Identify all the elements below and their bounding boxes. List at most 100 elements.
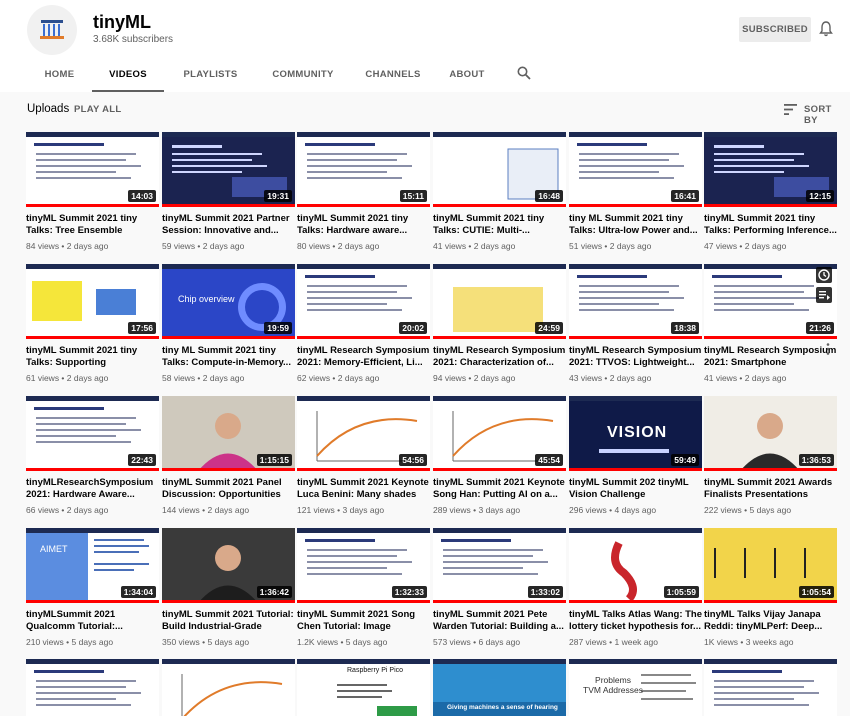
video-thumbnail[interactable]: 15:11 xyxy=(297,132,430,207)
video-title[interactable]: tinyML Summit 2021 Partner Session: Inno… xyxy=(162,213,295,237)
video-card[interactable] xyxy=(704,659,837,716)
video-card[interactable] xyxy=(162,659,295,716)
video-card[interactable]: 12:15 tinyML Summit 2021 tiny Talks: Perf… xyxy=(704,132,837,251)
video-card[interactable]: 1:05:59 tinyML Talks Atlas Wang: The lott… xyxy=(569,528,702,647)
video-thumbnail[interactable]: 1:32:33 xyxy=(297,528,430,603)
video-card[interactable]: 45:54 tinyML Summit 2021 Keynote Song Han… xyxy=(433,396,566,515)
video-thumbnail[interactable]: 18:38 xyxy=(569,264,702,339)
video-title[interactable]: tinyML Summit 2021 tiny Talks: Hardware … xyxy=(297,213,430,237)
video-title[interactable]: tiny ML Summit 2021 tiny Talks: Compute-… xyxy=(162,345,295,369)
play-all-button[interactable]: PLAY ALL xyxy=(74,104,121,115)
video-card[interactable]: 16:48 tinyML Summit 2021 tiny Talks: CUTI… xyxy=(433,132,566,251)
video-card[interactable]: 18:38 tinyML Research Symposium 2021: TTV… xyxy=(569,264,702,383)
video-thumbnail[interactable]: 22:43 xyxy=(26,396,159,471)
tab-home[interactable]: HOME xyxy=(27,56,92,92)
video-thumbnail[interactable]: 14:03 xyxy=(26,132,159,207)
video-thumbnail[interactable]: 1:15:15 xyxy=(162,396,295,471)
more-vert-icon[interactable] xyxy=(826,343,830,355)
video-card[interactable]: 16:41 tiny ML Summit 2021 tiny Talks: Ult… xyxy=(569,132,702,251)
video-thumbnail[interactable]: VISION 59:49 xyxy=(569,396,702,471)
video-thumbnail[interactable]: 20:02 xyxy=(297,264,430,339)
watch-progress-bar xyxy=(569,468,702,471)
video-title[interactable]: tiny ML Summit 2021 tiny Talks: Ultra-lo… xyxy=(569,213,702,237)
video-title[interactable]: tinyML Talks Vijay Janapa Reddi: tinyMLP… xyxy=(704,609,837,633)
video-title[interactable]: tinyML Summit 2021 tiny Talks: Supportin… xyxy=(26,345,159,369)
video-title[interactable]: tinyML Research Symposium 2021: Smartpho… xyxy=(704,345,837,369)
video-card[interactable]: 14:03 tinyML Summit 2021 tiny Talks: Tree… xyxy=(26,132,159,251)
video-title[interactable]: tinyMLResearchSymposium 2021: Hardware A… xyxy=(26,477,159,501)
search-icon[interactable] xyxy=(517,66,531,80)
video-thumbnail[interactable]: 1:05:59 xyxy=(569,528,702,603)
video-title[interactable]: tinyML Summit 2021 Awards Finalists Pres… xyxy=(704,477,837,501)
video-card[interactable]: VISION 59:49 tinyML Summit 202 tinyML Visi… xyxy=(569,396,702,515)
video-title[interactable]: tinyML Summit 2021 Song Chen Tutorial: I… xyxy=(297,609,430,633)
video-thumbnail[interactable]: 19:31 xyxy=(162,132,295,207)
video-card[interactable]: Raspberry Pi Pico xyxy=(297,659,430,716)
video-thumbnail[interactable] xyxy=(26,659,159,716)
video-card[interactable]: 15:11 tinyML Summit 2021 tiny Talks: Hard… xyxy=(297,132,430,251)
video-thumbnail[interactable] xyxy=(704,659,837,716)
video-card[interactable]: 19:31 tinyML Summit 2021 Partner Session:… xyxy=(162,132,295,251)
video-thumbnail[interactable]: 16:41 xyxy=(569,132,702,207)
video-title[interactable]: tinyMLSummit 2021 Qualcomm Tutorial:... xyxy=(26,609,159,633)
video-title[interactable]: tinyML Research Symposium 2021: Memory-E… xyxy=(297,345,430,369)
video-thumbnail[interactable]: Problems TVM Addresses xyxy=(569,659,702,716)
video-thumbnail[interactable]: 16:48 xyxy=(433,132,566,207)
video-title[interactable]: tinyML Summit 2021 tiny Talks: CUTIE: Mu… xyxy=(433,213,566,237)
tab-community[interactable]: COMMUNITY xyxy=(257,56,349,92)
video-title[interactable]: tinyML Summit 2021 Keynote Luca Benini: … xyxy=(297,477,430,501)
video-thumbnail[interactable]: 12:15 xyxy=(704,132,837,207)
video-card[interactable]: 22:43 tinyMLResearchSymposium 2021: Hardw… xyxy=(26,396,159,515)
tab-videos[interactable]: VIDEOS xyxy=(92,56,164,92)
video-card[interactable]: Chip overview 19:59 tiny ML Summit 2021 ti… xyxy=(162,264,295,383)
video-card[interactable]: 17:56 tinyML Summit 2021 tiny Talks: Supp… xyxy=(26,264,159,383)
video-thumbnail[interactable]: 54:56 xyxy=(297,396,430,471)
video-title[interactable]: tinyML Research Symposium 2021: TTVOS: L… xyxy=(569,345,702,369)
video-title[interactable]: tinyML Research Symposium 2021: Characte… xyxy=(433,345,566,369)
video-title[interactable]: tinyML Summit 2021 tiny Talks: Performin… xyxy=(704,213,837,237)
tab-playlists[interactable]: PLAYLISTS xyxy=(168,56,253,92)
video-card[interactable]: 24:59 tinyML Research Symposium 2021: Cha… xyxy=(433,264,566,383)
video-title[interactable]: tinyML Summit 2021 Pete Warden Tutorial:… xyxy=(433,609,566,633)
sort-icon[interactable] xyxy=(784,104,797,115)
video-card[interactable]: 1:15:15 tinyML Summit 2021 Panel Discussi… xyxy=(162,396,295,515)
clock-icon[interactable] xyxy=(816,267,832,283)
video-thumbnail[interactable]: Raspberry Pi Pico xyxy=(297,659,430,716)
video-title[interactable]: tinyML Summit 2021 Keynote Song Han: Put… xyxy=(433,477,566,501)
video-thumbnail[interactable]: AIMET 1:34:04 xyxy=(26,528,159,603)
tab-about[interactable]: ABOUT xyxy=(437,56,497,92)
video-card[interactable]: 1:32:33 tinyML Summit 2021 Song Chen Tuto… xyxy=(297,528,430,647)
video-card[interactable]: AIMET 1:34:04 tinyMLSummit 2021 Qualcomm T… xyxy=(26,528,159,647)
sort-by-button[interactable]: SORT BY xyxy=(804,104,840,126)
video-title[interactable]: tinyML Summit 2021 tiny Talks: Tree Ense… xyxy=(26,213,159,237)
video-card[interactable]: 54:56 tinyML Summit 2021 Keynote Luca Ben… xyxy=(297,396,430,515)
video-thumbnail[interactable]: 17:56 xyxy=(26,264,159,339)
bell-icon[interactable] xyxy=(819,21,833,37)
video-card[interactable]: 1:36:53 tinyML Summit 2021 Awards Finalis… xyxy=(704,396,837,515)
channel-avatar[interactable] xyxy=(27,5,77,55)
tab-channels[interactable]: CHANNELS xyxy=(353,56,433,92)
video-thumbnail[interactable]: 24:59 xyxy=(433,264,566,339)
video-thumbnail[interactable]: 1:36:53 xyxy=(704,396,837,471)
video-title[interactable]: tinyML Talks Atlas Wang: The lottery tic… xyxy=(569,609,702,633)
video-card[interactable]: Problems TVM Addresses xyxy=(569,659,702,716)
video-thumbnail[interactable]: 45:54 xyxy=(433,396,566,471)
video-thumbnail[interactable]: 1:05:54 xyxy=(704,528,837,603)
video-card[interactable]: 1:05:54 tinyML Talks Vijay Janapa Reddi: … xyxy=(704,528,837,647)
subscribed-button[interactable]: SUBSCRIBED xyxy=(739,17,811,42)
queue-icon[interactable] xyxy=(816,287,832,303)
video-title[interactable]: tinyML Summit 2021 Panel Discussion: Opp… xyxy=(162,477,295,501)
video-thumbnail[interactable]: 1:33:02 xyxy=(433,528,566,603)
watch-progress-bar xyxy=(162,204,295,207)
video-thumbnail[interactable]: 1:36:42 xyxy=(162,528,295,603)
video-card[interactable]: 20:02 tinyML Research Symposium 2021: Mem… xyxy=(297,264,430,383)
video-card[interactable]: Giving machines a sense of hearing xyxy=(433,659,566,716)
video-title[interactable]: tinyML Summit 202 tinyML Vision Challeng… xyxy=(569,477,702,501)
video-thumbnail[interactable]: Giving machines a sense of hearing xyxy=(433,659,566,716)
video-thumbnail[interactable] xyxy=(162,659,295,716)
video-card[interactable]: 1:36:42 tinyML Summit 2021 Tutorial: Buil… xyxy=(162,528,295,647)
video-card[interactable] xyxy=(26,659,159,716)
video-card[interactable]: 1:33:02 tinyML Summit 2021 Pete Warden Tu… xyxy=(433,528,566,647)
video-thumbnail[interactable]: Chip overview 19:59 xyxy=(162,264,295,339)
video-title[interactable]: tinyML Summit 2021 Tutorial: Build Indus… xyxy=(162,609,295,633)
